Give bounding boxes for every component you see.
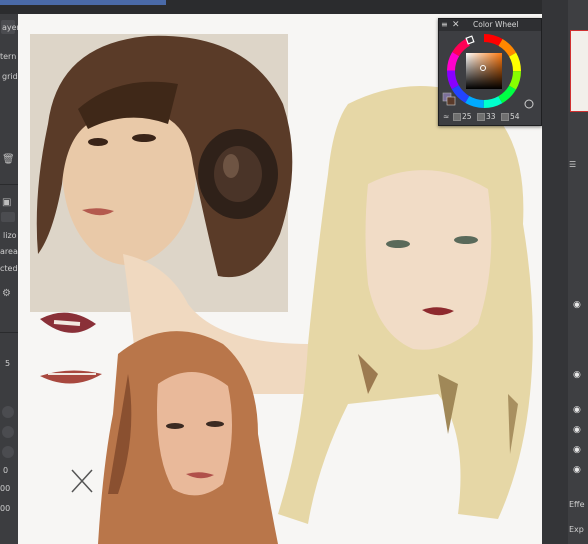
eye-icon[interactable]: ◉ xyxy=(573,370,581,380)
effect-label: Effe xyxy=(569,500,585,509)
saturation-value[interactable]: 33 xyxy=(486,112,496,121)
face-1-eye xyxy=(132,134,156,142)
saturation-field-icon xyxy=(477,113,485,121)
close-icon[interactable]: ✕ xyxy=(452,19,460,31)
lock-icon[interactable]: ▣ xyxy=(2,197,11,208)
saturation-value-shade xyxy=(466,53,502,89)
right-panel: ☰ ◉ ◉ ◉ ◉ ◉ ◉ Effe Exp xyxy=(542,0,588,544)
face-3-eye xyxy=(454,236,478,244)
eye-icon[interactable]: ◉ xyxy=(573,405,581,415)
hue-value[interactable]: 25 xyxy=(462,112,472,121)
headphone-highlight xyxy=(223,154,239,178)
value-field-icon xyxy=(501,113,509,121)
trash-icon[interactable]: 🗑 xyxy=(2,154,15,165)
brush-size-dot[interactable] xyxy=(2,446,14,458)
hue-field-icon xyxy=(453,113,461,121)
brush-size-dot[interactable] xyxy=(2,406,14,418)
face-1-eye xyxy=(88,138,108,146)
value-label-5: 5 xyxy=(5,359,11,368)
hue-handle[interactable] xyxy=(465,35,475,45)
headphone-inner xyxy=(214,146,262,202)
grid-label: grid xyxy=(2,72,18,81)
face-3-eye xyxy=(386,240,410,248)
eyedropper-icon[interactable] xyxy=(524,99,534,109)
expression-label: Exp xyxy=(569,525,584,534)
value-label-00b: 00 xyxy=(0,504,11,513)
layer-label: ayer xyxy=(2,23,18,32)
wave-icon: ≈ xyxy=(443,112,450,121)
value-label-0: 0 xyxy=(3,466,9,475)
eye-icon[interactable]: ◉ xyxy=(573,465,581,475)
right-panel-gutter xyxy=(542,0,568,544)
settings-icon[interactable]: ⚙ xyxy=(2,288,11,299)
lip-study-2 xyxy=(40,370,102,384)
color-wheel-titlebar[interactable]: ≡ ✕ Color Wheel xyxy=(439,19,541,31)
active-tab-indicator[interactable] xyxy=(0,0,166,5)
eye-icon[interactable]: ◉ xyxy=(573,300,581,310)
left-panel: ayer tern grid 🗑 ▣ lizo area cted ⚙ 5 0 … xyxy=(0,14,18,544)
navigator-thumbnail[interactable] xyxy=(570,30,588,112)
lip-study-1-teeth xyxy=(53,320,81,326)
menu-icon[interactable]: ≡ xyxy=(441,19,448,31)
stepper-button[interactable] xyxy=(1,212,15,222)
top-strip xyxy=(0,0,588,14)
eye-icon[interactable]: ◉ xyxy=(573,425,581,435)
main-color-swatch[interactable] xyxy=(446,96,456,106)
face-3-skin xyxy=(365,170,492,350)
eye-icon[interactable]: ◉ xyxy=(573,445,581,455)
face-2-eye xyxy=(206,421,224,427)
panel-divider xyxy=(0,332,18,333)
color-wheel-window[interactable]: ≡ ✕ Color Wheel ≈ 25 33 54 xyxy=(438,18,542,126)
face-2-eye xyxy=(166,423,184,429)
panel-tab[interactable]: ☰ xyxy=(569,160,576,169)
brush-size-dot[interactable] xyxy=(2,426,14,438)
color-wheel-graphic[interactable] xyxy=(439,31,541,111)
panel-divider xyxy=(0,184,18,185)
size-label: lizo xyxy=(3,231,17,240)
selected-label: cted xyxy=(0,264,18,273)
pattern-label: tern xyxy=(0,52,17,61)
area-label: area xyxy=(0,247,18,256)
x-mark xyxy=(71,469,93,493)
color-wheel-title: Color Wheel xyxy=(473,20,519,29)
brightness-value[interactable]: 54 xyxy=(510,112,520,121)
value-label-00: 00 xyxy=(0,484,11,493)
